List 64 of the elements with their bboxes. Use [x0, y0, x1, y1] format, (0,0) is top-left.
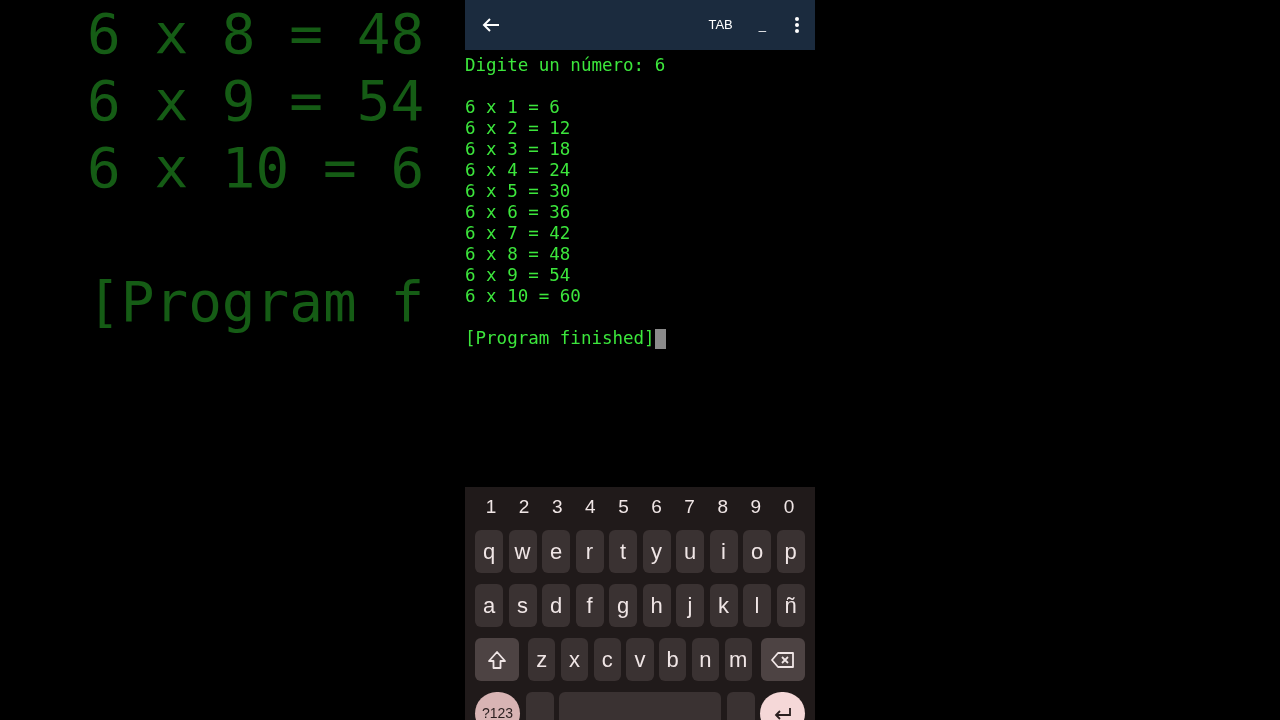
terminal-line: 6 x 3 = 18: [465, 139, 571, 160]
number-key[interactable]: 3: [548, 492, 567, 522]
backdrop-text: 6 x 9 = 54: [87, 67, 425, 134]
number-key[interactable]: 0: [780, 492, 798, 522]
enter-icon: [772, 705, 793, 720]
keyboard-key[interactable]: e: [542, 530, 570, 573]
shift-icon: [486, 649, 507, 670]
terminal-line: 6 x 5 = 30: [465, 181, 571, 202]
number-key[interactable]: 5: [614, 492, 633, 522]
keyboard-key[interactable]: u: [676, 530, 704, 573]
keyboard-key[interactable]: w: [508, 530, 537, 573]
terminal-line: 6 x 1 = 6: [465, 97, 560, 118]
terminal-line: 6 x 10 = 60: [465, 286, 581, 307]
number-key[interactable]: 2: [515, 492, 534, 522]
shift-key[interactable]: [475, 638, 519, 681]
backspace-key[interactable]: [761, 638, 805, 681]
number-key[interactable]: 8: [713, 492, 732, 522]
back-icon: [482, 17, 500, 33]
keyboard-key[interactable]: i: [709, 530, 738, 573]
keyboard-key[interactable]: t: [609, 530, 637, 573]
keyboard-key[interactable]: n: [691, 638, 720, 681]
number-key[interactable]: 4: [581, 492, 600, 522]
number-key[interactable]: 9: [746, 492, 765, 522]
keyboard-key[interactable]: f: [575, 584, 604, 627]
extra-key[interactable]: _: [757, 15, 767, 35]
terminal-line: 6 x 9 = 54: [465, 265, 571, 286]
backdrop-text: 6 x 8 = 48: [87, 0, 425, 67]
menu-button[interactable]: [793, 15, 801, 35]
keyboard-key[interactable]: q: [475, 530, 503, 573]
keyboard-key[interactable]: l: [743, 584, 771, 627]
keyboard-key[interactable]: v: [626, 638, 654, 681]
terminal-line: 6 x 8 = 48: [465, 244, 571, 265]
menu-icon: [795, 17, 799, 33]
backdrop-text: [Program f: [87, 268, 425, 335]
terminal-line: 6 x 2 = 12: [465, 118, 571, 139]
keyboard-key[interactable]: d: [542, 584, 570, 627]
keyboard-key[interactable]: g: [609, 584, 637, 627]
terminal-line: Digite un número: 6: [465, 55, 666, 76]
extra-key[interactable]: TAB: [707, 15, 734, 35]
backspace-icon: [771, 650, 796, 669]
keyboard-key[interactable]: r: [575, 530, 604, 573]
number-key[interactable]: 6: [647, 492, 666, 522]
backdrop-text: 6 x 10 = 6: [87, 134, 425, 201]
keyboard-key[interactable]: x: [560, 638, 589, 681]
keyboard-key[interactable]: z: [528, 638, 556, 681]
keyboard-key[interactable]: j: [676, 584, 704, 627]
keyboard-key[interactable]: c: [593, 638, 621, 681]
keyboard-key[interactable]: h: [642, 584, 671, 627]
terminal-line: [Program finished]: [465, 328, 655, 349]
keyboard-key[interactable]: ñ: [776, 584, 805, 627]
terminal-line: 6 x 4 = 24: [465, 160, 571, 181]
keyboard-key[interactable]: s: [508, 584, 537, 627]
number-key[interactable]: 1: [482, 492, 500, 522]
keyboard-key[interactable]: o: [743, 530, 771, 573]
keyboard-key[interactable]: k: [709, 584, 738, 627]
keyboard-key[interactable]: b: [659, 638, 687, 681]
symbols-key[interactable]: ?123: [475, 692, 520, 720]
keyboard-key[interactable]: m: [724, 638, 752, 681]
keyboard-key[interactable]: p: [776, 530, 805, 573]
number-key[interactable]: 7: [680, 492, 699, 522]
keyboard-key[interactable]: a: [475, 584, 503, 627]
keyboard-key[interactable]: y: [642, 530, 671, 573]
terminal-line: 6 x 6 = 36: [465, 202, 571, 223]
terminal-line: 6 x 7 = 42: [465, 223, 571, 244]
